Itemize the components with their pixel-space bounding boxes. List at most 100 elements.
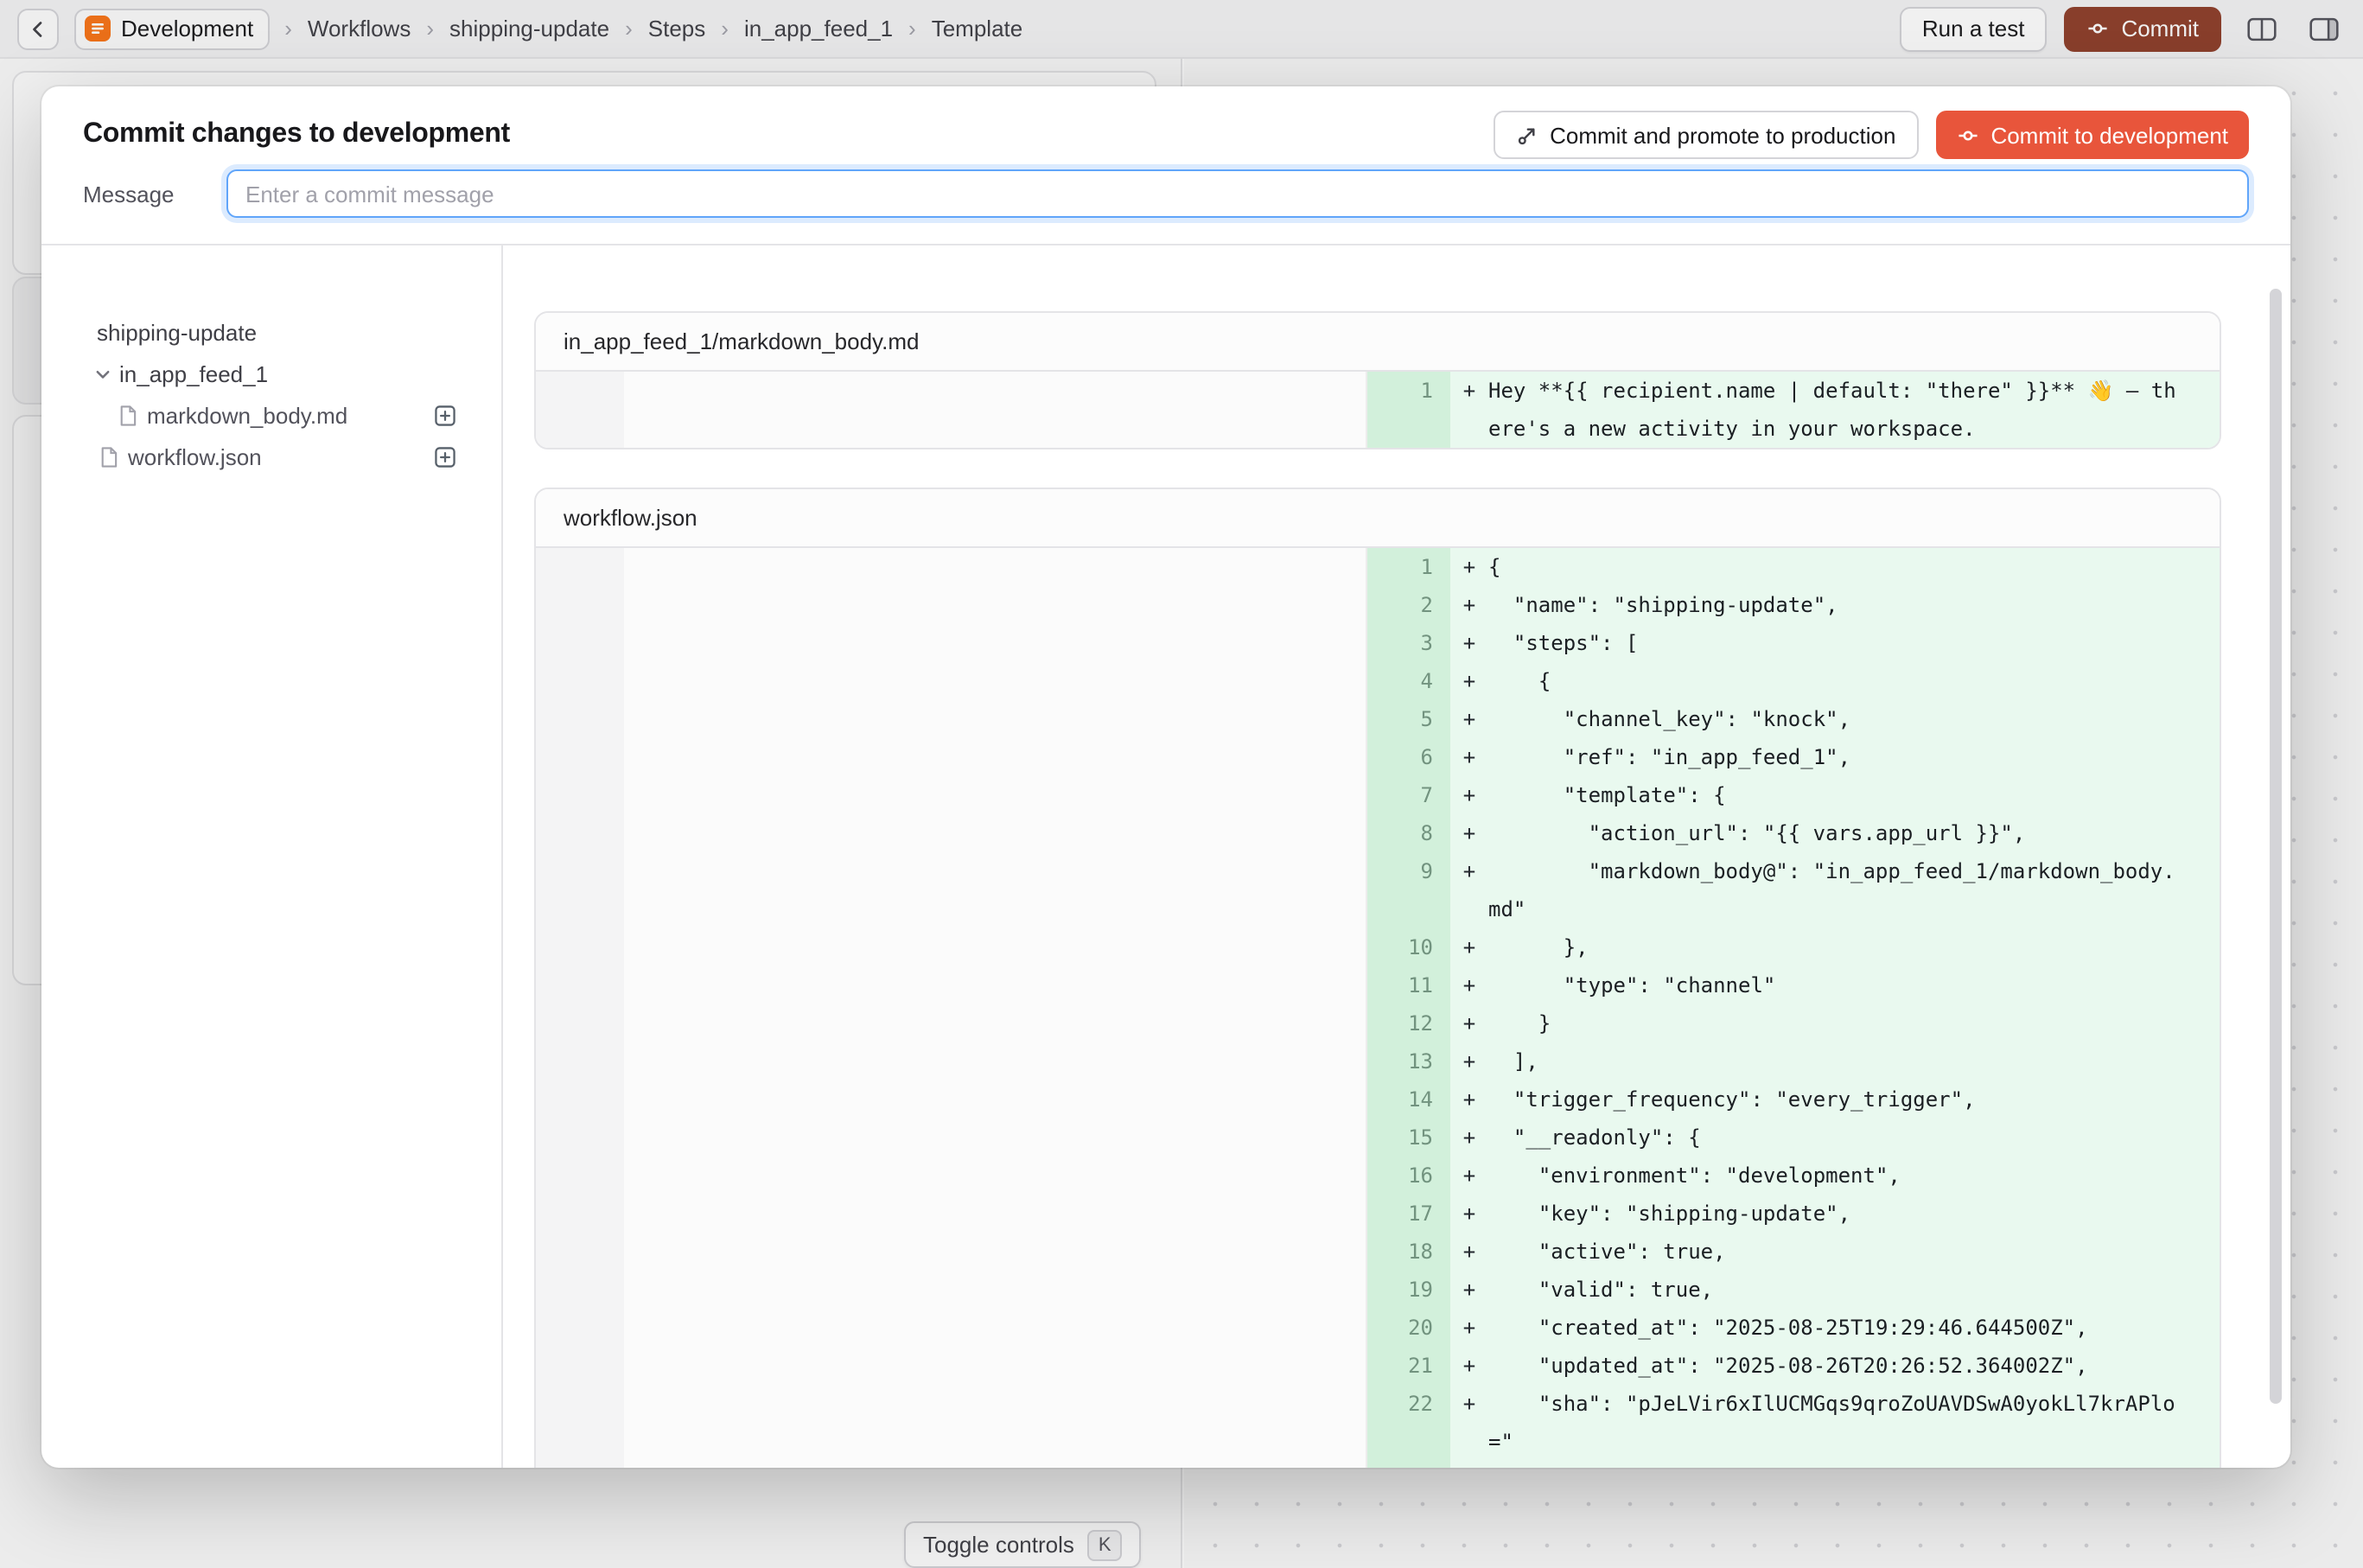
code-text: "valid": true, bbox=[1488, 1271, 2178, 1309]
new-line-code: + "template": { bbox=[1450, 776, 2220, 814]
old-line-content bbox=[624, 372, 1367, 448]
modal-scrollbar-thumb[interactable] bbox=[2270, 289, 2282, 1404]
diff-row: 8+ "action_url": "{{ vars.app_url }}", bbox=[536, 814, 2220, 852]
new-line-number: 12 bbox=[1367, 1004, 1450, 1042]
diff-row: 16+ "environment": "development", bbox=[536, 1157, 2220, 1195]
tree-folder-in-app-feed[interactable]: in_app_feed_1 bbox=[93, 353, 456, 394]
code-text: } bbox=[1488, 1461, 2178, 1468]
tree-folder-label: in_app_feed_1 bbox=[119, 360, 268, 386]
old-line-gutter bbox=[536, 662, 624, 700]
new-line-number: 16 bbox=[1367, 1157, 1450, 1195]
code-text: "environment": "development", bbox=[1488, 1157, 2178, 1195]
new-line-code: + "markdown_body@": "in_app_feed_1/markd… bbox=[1450, 852, 2220, 928]
old-line-gutter bbox=[536, 1195, 624, 1233]
old-line-gutter bbox=[536, 1042, 624, 1080]
diff-row: 9+ "markdown_body@": "in_app_feed_1/mark… bbox=[536, 852, 2220, 928]
commit-and-promote-label: Commit and promote to production bbox=[1550, 122, 1895, 148]
old-line-gutter bbox=[536, 928, 624, 966]
old-line-gutter bbox=[536, 852, 624, 928]
new-line-code: + "key": "shipping-update", bbox=[1450, 1195, 2220, 1233]
old-line-gutter bbox=[536, 372, 624, 448]
code-text: "ref": "in_app_feed_1", bbox=[1488, 738, 2178, 776]
new-line-number: 7 bbox=[1367, 776, 1450, 814]
code-text: "key": "shipping-update", bbox=[1488, 1195, 2178, 1233]
diff-plus-sign: + bbox=[1450, 1461, 1488, 1468]
diff-plus-sign: + bbox=[1450, 662, 1488, 700]
new-line-number: 21 bbox=[1367, 1347, 1450, 1385]
diff-row: 10+ }, bbox=[536, 928, 2220, 966]
old-line-content bbox=[624, 1309, 1367, 1347]
diff-row: 7+ "template": { bbox=[536, 776, 2220, 814]
diff-row: 1+Hey **{{ recipient.name | default: "th… bbox=[536, 372, 2220, 448]
diff-plus-sign: + bbox=[1450, 548, 1488, 586]
diff-file-name: in_app_feed_1/markdown_body.md bbox=[536, 313, 2220, 372]
tree-file-markdown-body[interactable]: markdown_body.md bbox=[97, 394, 456, 436]
message-label: Message bbox=[83, 181, 226, 207]
modal-body: shipping-update in_app_feed_1 markdown_b… bbox=[41, 244, 2290, 1468]
new-line-code: + "active": true, bbox=[1450, 1233, 2220, 1271]
old-line-content bbox=[624, 1385, 1367, 1461]
modal-header: Commit changes to development Commit and… bbox=[41, 86, 2290, 159]
new-line-code: + "trigger_frequency": "every_trigger", bbox=[1450, 1080, 2220, 1119]
new-line-code: + "type": "channel" bbox=[1450, 966, 2220, 1004]
diff-rows: 1+{2+ "name": "shipping-update",3+ "step… bbox=[536, 548, 2220, 1468]
code-text: "steps": [ bbox=[1488, 624, 2178, 662]
code-text: "active": true, bbox=[1488, 1233, 2178, 1271]
new-line-number: 11 bbox=[1367, 966, 1450, 1004]
new-line-number: 2 bbox=[1367, 586, 1450, 624]
code-text: { bbox=[1488, 548, 2178, 586]
diff-viewer: in_app_feed_1/markdown_body.md 1+Hey **{… bbox=[503, 245, 2290, 1468]
new-line-code: + }, bbox=[1450, 928, 2220, 966]
old-line-content bbox=[624, 1157, 1367, 1195]
old-line-gutter bbox=[536, 814, 624, 852]
diff-row: 13+ ], bbox=[536, 1042, 2220, 1080]
new-line-number: 13 bbox=[1367, 1042, 1450, 1080]
diff-plus-sign: + bbox=[1450, 852, 1488, 928]
new-line-code: + ], bbox=[1450, 1042, 2220, 1080]
old-line-content bbox=[624, 548, 1367, 586]
old-line-content bbox=[624, 1080, 1367, 1119]
new-line-number: 14 bbox=[1367, 1080, 1450, 1119]
old-line-gutter bbox=[536, 966, 624, 1004]
diff-plus-sign: + bbox=[1450, 1157, 1488, 1195]
new-line-code: + } bbox=[1450, 1004, 2220, 1042]
diff-row: 4+ { bbox=[536, 662, 2220, 700]
diff-plus-sign: + bbox=[1450, 928, 1488, 966]
tree-file-label: markdown_body.md bbox=[147, 402, 347, 428]
diff-plus-sign: + bbox=[1450, 1233, 1488, 1271]
diff-file-panel: workflow.json 1+{2+ "name": "shipping-up… bbox=[534, 488, 2221, 1468]
tree-root-workflow[interactable]: shipping-update bbox=[97, 311, 456, 353]
code-text: "type": "channel" bbox=[1488, 966, 2178, 1004]
new-line-number: 6 bbox=[1367, 738, 1450, 776]
old-line-gutter bbox=[536, 738, 624, 776]
diff-file-panel: in_app_feed_1/markdown_body.md 1+Hey **{… bbox=[534, 311, 2221, 449]
diff-rows: 1+Hey **{{ recipient.name | default: "th… bbox=[536, 372, 2220, 448]
diff-row: 15+ "__readonly": { bbox=[536, 1119, 2220, 1157]
old-line-gutter bbox=[536, 1347, 624, 1385]
commit-modal: Commit changes to development Commit and… bbox=[41, 86, 2290, 1468]
old-line-gutter bbox=[536, 776, 624, 814]
commit-message-row: Message bbox=[41, 159, 2290, 244]
new-line-code: + "valid": true, bbox=[1450, 1271, 2220, 1309]
code-text: "created_at": "2025-08-25T19:29:46.64450… bbox=[1488, 1309, 2178, 1347]
new-line-number: 20 bbox=[1367, 1309, 1450, 1347]
new-line-number: 1 bbox=[1367, 548, 1450, 586]
old-line-content bbox=[624, 624, 1367, 662]
old-line-content bbox=[624, 852, 1367, 928]
commit-to-development-button[interactable]: Commit to development bbox=[1935, 111, 2249, 159]
new-line-code: + "environment": "development", bbox=[1450, 1157, 2220, 1195]
tree-file-workflow-json[interactable]: workflow.json bbox=[97, 436, 456, 477]
new-line-number: 23 bbox=[1367, 1461, 1450, 1468]
new-line-number: 8 bbox=[1367, 814, 1450, 852]
diff-row: 1+{ bbox=[536, 548, 2220, 586]
tree-root-label: shipping-update bbox=[97, 319, 257, 345]
new-line-number: 9 bbox=[1367, 852, 1450, 928]
new-line-code: + "updated_at": "2025-08-26T20:26:52.364… bbox=[1450, 1347, 2220, 1385]
commit-message-input[interactable] bbox=[226, 169, 2249, 218]
old-line-gutter bbox=[536, 1080, 624, 1119]
diff-plus-sign: + bbox=[1450, 1347, 1488, 1385]
commit-and-promote-button[interactable]: Commit and promote to production bbox=[1493, 111, 1918, 159]
old-line-content bbox=[624, 1347, 1367, 1385]
new-line-code: +Hey **{{ recipient.name | default: "the… bbox=[1450, 372, 2220, 448]
code-text: Hey **{{ recipient.name | default: "ther… bbox=[1488, 372, 2178, 448]
